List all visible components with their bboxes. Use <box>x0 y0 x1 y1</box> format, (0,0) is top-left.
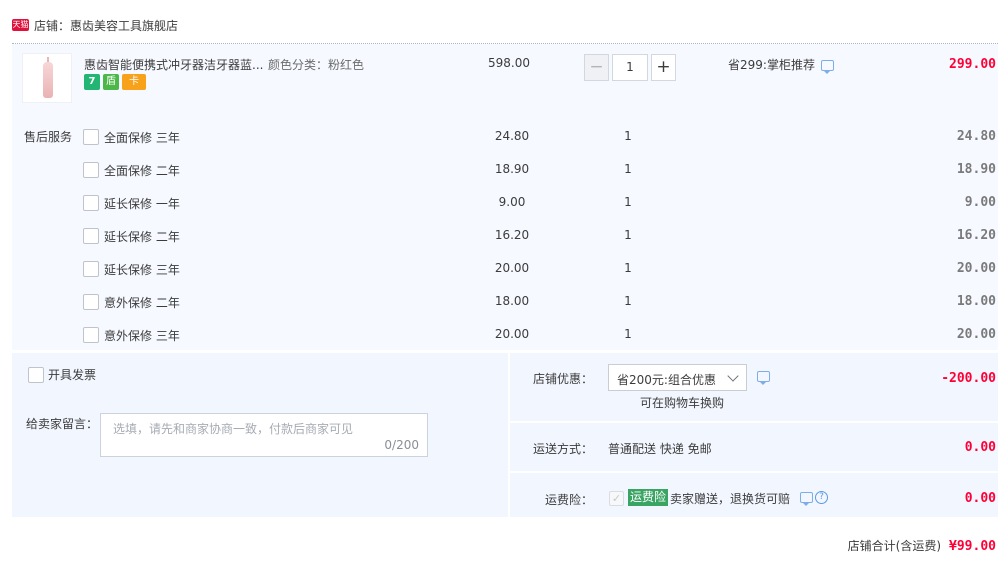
selected-discount: 省200元:组合优惠 <box>617 373 716 387</box>
service-row: 意外保修 三年 20.00 1 20.00 <box>0 321 998 354</box>
unit-price: 598.00 <box>488 56 530 70</box>
product-thumbnail[interactable] <box>22 53 72 103</box>
seven-day-return-icon[interactable]: 7 <box>84 74 100 90</box>
service-total: 18.00 <box>956 294 996 309</box>
chat-icon[interactable] <box>757 371 770 385</box>
service-total: 20.00 <box>956 261 996 276</box>
service-badges: 7 盾 卡 <box>84 74 146 90</box>
invoice-option: 开具发票 <box>28 366 96 383</box>
service-total: 20.00 <box>956 327 996 342</box>
insurance-checkbox: ✓ <box>609 491 624 506</box>
quantity-stepper: − 1 + <box>584 54 676 81</box>
credit-card-icon[interactable]: 卡 <box>122 74 146 90</box>
row-divider <box>510 421 998 423</box>
service-qty: 1 <box>624 228 632 242</box>
store-total: 店铺合计(含运费) ¥99.00 <box>848 537 996 554</box>
store-header: 天猫 店铺：惠齿美容工具旗舰店 <box>12 15 178 35</box>
tmall-logo-icon: 天猫 <box>12 19 29 31</box>
insurance-description: 卖家赠送，退换货可赔 <box>670 492 791 506</box>
service-name: 延长保修 二年 <box>104 230 180 244</box>
promo-text: 省299:掌柜推荐 <box>728 58 815 72</box>
store-discount-label: 店铺优惠： <box>533 372 594 386</box>
shipping-insurance-label: 运费险： <box>545 493 594 507</box>
service-qty: 1 <box>624 129 632 143</box>
service-row: 延长保修 一年 9.00 1 9.00 <box>0 189 998 222</box>
service-name: 延长保修 三年 <box>104 263 180 277</box>
service-checkbox[interactable] <box>83 294 99 310</box>
chevron-down-icon <box>727 370 739 382</box>
store-name[interactable]: 店铺：惠齿美容工具旗舰店 <box>34 17 178 34</box>
chat-icon[interactable] <box>820 60 834 74</box>
product-sku: 颜色分类：粉红色 <box>268 58 365 72</box>
service-name: 延长保修 一年 <box>104 197 180 211</box>
chat-icon[interactable] <box>800 492 813 506</box>
invoice-checkbox[interactable] <box>28 366 44 383</box>
message-label: 给卖家留言： <box>26 417 99 431</box>
service-checkbox[interactable] <box>83 261 99 277</box>
service-name: 意外保修 二年 <box>104 296 180 310</box>
quantity-input[interactable]: 1 <box>612 54 648 81</box>
shipping-method: 普通配送 快递 免邮 <box>608 442 712 456</box>
service-total: 18.90 <box>956 162 996 177</box>
service-row: 延长保修 二年 16.20 1 16.20 <box>0 222 998 255</box>
service-row: 意外保修 二年 18.00 1 18.00 <box>0 288 998 321</box>
service-qty: 1 <box>624 327 632 341</box>
service-price: 18.00 <box>494 294 530 308</box>
service-row: 延长保修 三年 20.00 1 20.00 <box>0 255 998 288</box>
help-icon[interactable]: ? <box>815 491 828 504</box>
store-discount-select[interactable]: 省200元:组合优惠 <box>608 364 747 391</box>
service-total: 24.80 <box>956 129 996 144</box>
service-row: 全面保修 三年 24.80 1 24.80 <box>0 123 998 156</box>
service-price: 24.80 <box>494 129 530 143</box>
service-total: 16.20 <box>956 228 996 243</box>
seller-message-input[interactable]: 选填，请先和商家协商一致，付款后商家可见 0/200 <box>100 413 428 457</box>
service-checkbox[interactable] <box>83 162 99 178</box>
insurance-amount: 0.00 <box>964 491 996 506</box>
invoice-label[interactable]: 开具发票 <box>48 366 96 383</box>
guarantee-shield-icon[interactable]: 盾 <box>103 74 119 90</box>
product-title[interactable]: 惠齿智能便携式冲牙器洁牙器蓝... <box>84 56 263 73</box>
promo-info: 省299:掌柜推荐 <box>728 56 834 74</box>
service-name: 全面保修 二年 <box>104 164 180 178</box>
service-price: 16.20 <box>494 228 530 242</box>
message-char-counter: 0/200 <box>384 438 419 452</box>
service-price: 20.00 <box>494 261 530 275</box>
service-checkbox[interactable] <box>83 327 99 343</box>
service-qty: 1 <box>624 162 632 176</box>
discount-note: 可在购物车换购 <box>640 396 725 410</box>
service-name: 全面保修 三年 <box>104 131 180 145</box>
service-total: 9.00 <box>964 195 996 210</box>
service-price: 20.00 <box>494 327 530 341</box>
store-total-value: ¥99.00 <box>949 539 996 554</box>
service-price: 9.00 <box>498 195 526 209</box>
shipping-insurance-tag: 运费险 <box>628 489 669 506</box>
service-qty: 1 <box>624 294 632 308</box>
line-total: 299.00 <box>949 57 996 72</box>
service-qty: 1 <box>624 261 632 275</box>
product-image-device <box>43 62 53 98</box>
shipping-amount: 0.00 <box>964 440 996 455</box>
service-price: 18.90 <box>494 162 530 176</box>
shipping-label: 运送方式： <box>533 442 594 456</box>
increase-quantity-button[interactable]: + <box>651 54 676 81</box>
store-total-label: 店铺合计(含运费) <box>847 539 942 553</box>
decrease-quantity-button[interactable]: − <box>584 54 609 81</box>
row-divider <box>510 471 998 473</box>
discount-amount: -200.00 <box>941 371 996 386</box>
service-qty: 1 <box>624 195 632 209</box>
service-checkbox[interactable] <box>83 228 99 244</box>
service-checkbox[interactable] <box>83 195 99 211</box>
message-placeholder: 选填，请先和商家协商一致，付款后商家可见 <box>113 422 354 436</box>
service-name: 意外保修 三年 <box>104 329 180 343</box>
service-row: 全面保修 二年 18.90 1 18.90 <box>0 156 998 189</box>
service-checkbox[interactable] <box>83 129 99 145</box>
